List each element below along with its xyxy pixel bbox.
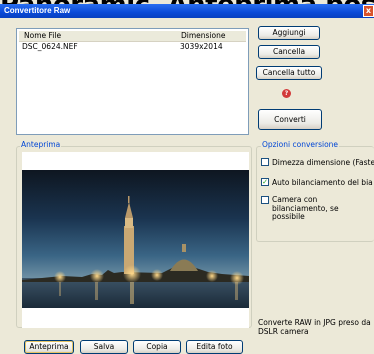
- halve-size-checkbox[interactable]: Dimezza dimensione (Faste: [261, 158, 374, 168]
- convert-button[interactable]: Converti: [258, 109, 322, 130]
- column-header-size[interactable]: Dimensione: [181, 31, 225, 41]
- title-bar[interactable]: Convertitore Raw x: [0, 4, 374, 18]
- camera-wb-checkbox[interactable]: Camera con bilanciamento, se possibile: [261, 196, 374, 230]
- file-list-header: Nome File Dimensione: [19, 31, 246, 42]
- preview-area: [22, 152, 249, 328]
- file-size-cell: 3039x2014: [180, 42, 223, 51]
- add-button[interactable]: Aggiungi: [258, 26, 320, 40]
- help-icon[interactable]: ?: [282, 89, 291, 98]
- info-text: Converte RAW in JPG preso da DSLR camera: [258, 318, 371, 336]
- file-list[interactable]: Nome File Dimensione DSC_0624.NEF 3039x2…: [16, 28, 249, 135]
- delete-button[interactable]: Cancella: [258, 45, 320, 59]
- preview-group-label: Anteprima: [20, 140, 62, 149]
- options-group-label: Opzioni conversione: [261, 140, 340, 149]
- checkbox-box[interactable]: [261, 158, 269, 166]
- checkbox-box[interactable]: [261, 196, 269, 204]
- window-title: Convertitore Raw: [4, 6, 71, 15]
- file-name-cell: DSC_0624.NEF: [22, 42, 78, 51]
- auto-wb-checkbox[interactable]: ✓ Auto bilanciamento del bia: [261, 178, 374, 188]
- delete-all-button[interactable]: Cancella tutto: [256, 66, 322, 80]
- preview-button[interactable]: Anteprima: [24, 340, 74, 354]
- close-button[interactable]: x: [363, 5, 374, 17]
- preview-image: [22, 170, 249, 308]
- checkbox-box[interactable]: ✓: [261, 178, 269, 186]
- copy-button[interactable]: Copia: [133, 340, 181, 354]
- edit-photo-button[interactable]: Edita foto: [186, 340, 243, 354]
- halve-size-label: Dimezza dimensione (Faste: [272, 158, 374, 167]
- camera-wb-label: Camera con bilanciamento, se possibile: [272, 196, 339, 221]
- save-button[interactable]: Salva: [80, 340, 128, 354]
- column-header-name[interactable]: Nome File: [24, 31, 61, 41]
- main-window: Nome File Dimensione DSC_0624.NEF 3039x2…: [0, 18, 374, 354]
- auto-wb-label: Auto bilanciamento del bia: [272, 178, 373, 187]
